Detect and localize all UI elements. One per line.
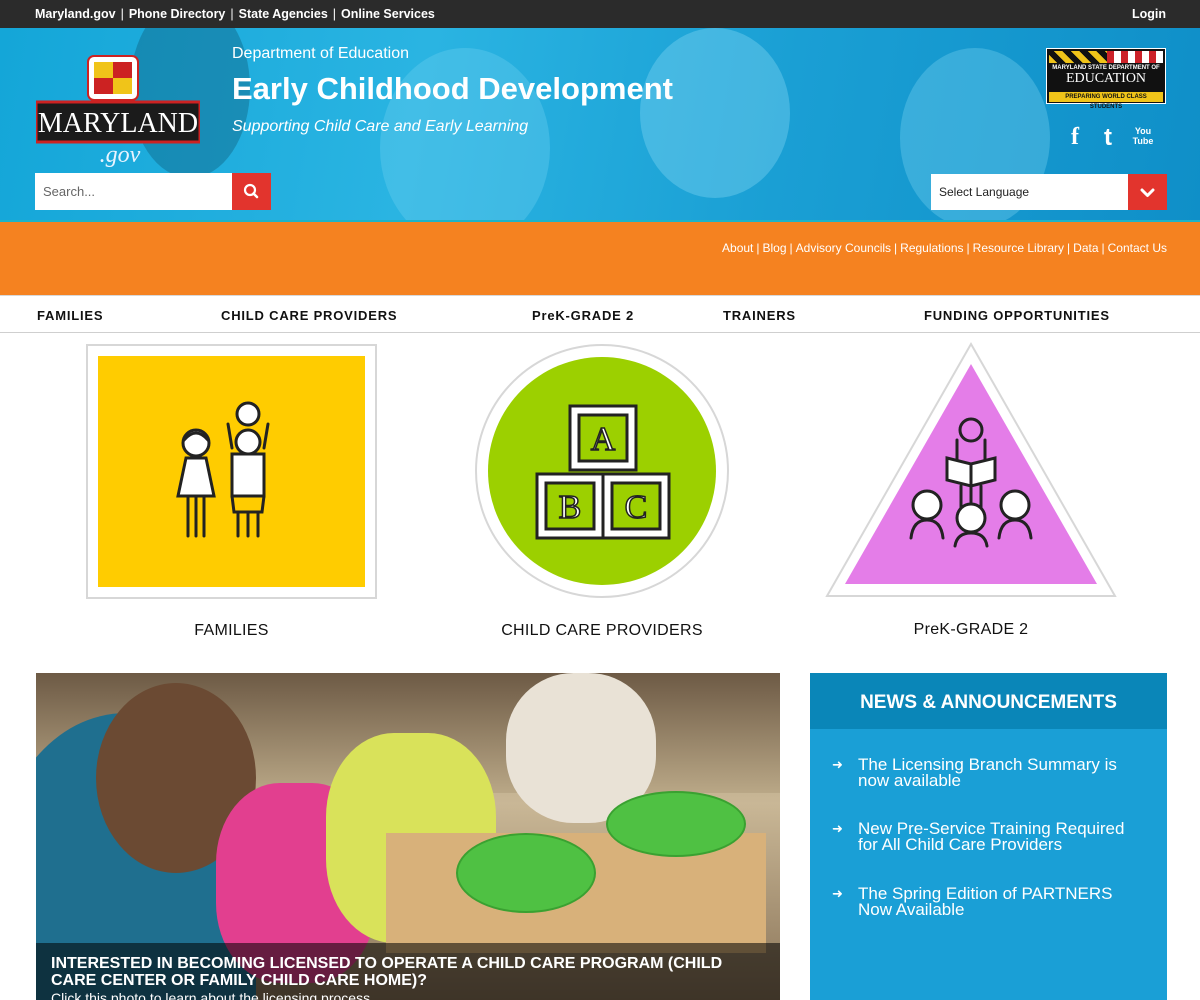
block-letter-c: C — [625, 489, 648, 526]
twitter-icon[interactable]: t — [1097, 124, 1119, 151]
arrow-right-icon: ➜ — [832, 821, 843, 836]
search-button[interactable] — [232, 173, 271, 210]
separator: | — [966, 241, 970, 255]
language-dropdown-button[interactable] — [1128, 174, 1167, 210]
link-state-agencies[interactable]: State Agencies — [239, 7, 328, 21]
link-data[interactable]: Data — [1073, 241, 1098, 255]
maryland-logo-word: MARYLAND — [38, 108, 198, 139]
maryland-logo-suffix: .gov — [100, 142, 141, 168]
link-contact-us[interactable]: Contact Us — [1108, 241, 1167, 255]
family-icon — [176, 401, 270, 538]
link-advisory-councils[interactable]: Advisory Councils — [796, 241, 891, 255]
news-item[interactable]: ➜ The Spring Edition of PARTNERS Now Ava… — [832, 885, 1152, 920]
msde-logo-line2: EDUCATION — [1065, 71, 1147, 86]
facebook-icon[interactable]: f — [1064, 124, 1086, 150]
families-tile[interactable] — [86, 344, 377, 599]
youtube-icon[interactable]: You Tube — [1131, 126, 1155, 152]
msde-flag-stripe — [1107, 51, 1163, 63]
language-select-value: Select Language — [939, 185, 1030, 199]
nav-item-families[interactable]: FAMILIES — [37, 308, 103, 323]
nav-item-trainers[interactable]: TRAINERS — [723, 308, 796, 323]
child-care-providers-tile-label[interactable]: CHILD CARE PROVIDERS — [475, 622, 729, 640]
utility-links: Maryland.gov | Phone Directory | State Agenc… — [35, 7, 435, 21]
photo-caption-subtitle: Click this photo to learn about the lice… — [51, 990, 374, 1000]
arrow-right-icon: ➜ — [832, 757, 843, 772]
prek-grade-2-tile-label[interactable]: PreK-GRADE 2 — [823, 621, 1119, 639]
block-letter-a: A — [591, 421, 616, 458]
separator: | — [332, 7, 337, 21]
site-title[interactable]: Early Childhood Development — [232, 71, 673, 107]
login-link[interactable]: Login — [1132, 7, 1166, 21]
separator: | — [1101, 241, 1105, 255]
photo-caption: Interested in becoming licensed to opera… — [36, 943, 780, 1000]
utility-bar: Maryland.gov | Phone Directory | State Agenc… — [0, 0, 1200, 28]
language-select[interactable]: Select Language — [931, 174, 1167, 210]
arrow-right-icon: ➜ — [832, 886, 843, 901]
families-tile-label[interactable]: FAMILIES — [86, 622, 377, 640]
nav-item-prek-grade-2[interactable]: PreK-GRADE 2 — [532, 308, 634, 323]
child-care-providers-tile[interactable]: A B C — [475, 344, 729, 598]
photo-green-plate — [456, 833, 596, 913]
abc-blocks-icon: A B C — [535, 404, 671, 540]
search-icon — [243, 183, 259, 199]
link-regulations[interactable]: Regulations — [900, 241, 963, 255]
nav-item-child-care-providers[interactable]: CHILD CARE PROVIDERS — [221, 308, 397, 323]
news-item[interactable]: ➜ The Licensing Branch Summary is now av… — [832, 756, 1152, 791]
photo-green-plate — [606, 791, 746, 857]
link-online-services[interactable]: Online Services — [341, 7, 435, 21]
link-blog[interactable]: Blog — [763, 241, 787, 255]
prek-grade-2-tile[interactable] — [823, 340, 1119, 602]
chevron-down-icon — [1140, 188, 1155, 197]
news-heading: NEWS & ANNOUNCEMENTS — [810, 673, 1167, 729]
site-tagline: Supporting Child Care and Early Learning — [232, 118, 529, 135]
banner-photo-child — [640, 28, 790, 198]
nav-item-funding-opportunities[interactable]: FUNDING OPPORTUNITIES — [924, 308, 1110, 323]
msde-logo[interactable]: MARYLAND STATE DEPARTMENT OF EDUCATION P… — [1046, 48, 1166, 110]
news-item-title[interactable]: The Spring Edition of PARTNERS Now Avail… — [858, 885, 1148, 918]
main-nav: FAMILIES CHILD CARE PROVIDERS PreK-GRADE… — [0, 295, 1200, 333]
separator: | — [789, 241, 793, 255]
link-about[interactable]: About — [722, 241, 753, 255]
block-letter-b: B — [559, 489, 582, 526]
maryland-gov-logo[interactable]: MARYLAND .gov — [34, 50, 202, 170]
secondary-nav-links: About | Blog | Advisory Councils | Regulations… — [707, 232, 1167, 265]
prek-tile-triangle — [825, 341, 1117, 597]
link-maryland-gov[interactable]: Maryland.gov — [35, 7, 116, 21]
link-resource-library[interactable]: Resource Library — [973, 241, 1064, 255]
separator: | — [1067, 241, 1071, 255]
news-item-title[interactable]: The Licensing Branch Summary is now avai… — [858, 756, 1148, 789]
photo-caption-title: Interested in becoming licensed to opera… — [51, 955, 723, 989]
link-phone-directory[interactable]: Phone Directory — [129, 7, 226, 21]
separator: | — [894, 241, 898, 255]
department-name: Department of Education — [232, 45, 409, 62]
separator: | — [120, 7, 124, 21]
search-input[interactable] — [35, 173, 232, 210]
msde-logo-line3: PREPARING WORLD CLASS STUDENTS — [1049, 92, 1163, 110]
secondary-nav-bar: About | Blog | Advisory Councils | Regulations… — [0, 222, 1200, 295]
news-item-title[interactable]: New Pre-Service Training Required for Al… — [858, 820, 1148, 853]
separator: | — [230, 7, 234, 21]
news-item[interactable]: ➜ New Pre-Service Training Required for … — [832, 820, 1152, 855]
feature-photo[interactable]: Interested in becoming licensed to opera… — [36, 673, 780, 1000]
news-panel: NEWS & ANNOUNCEMENTS ➜ The Licensing Bra… — [810, 673, 1167, 1000]
header-banner: MARYLAND .gov Department of Education Ea… — [0, 28, 1200, 222]
separator: | — [756, 241, 760, 255]
search-form — [35, 173, 271, 210]
